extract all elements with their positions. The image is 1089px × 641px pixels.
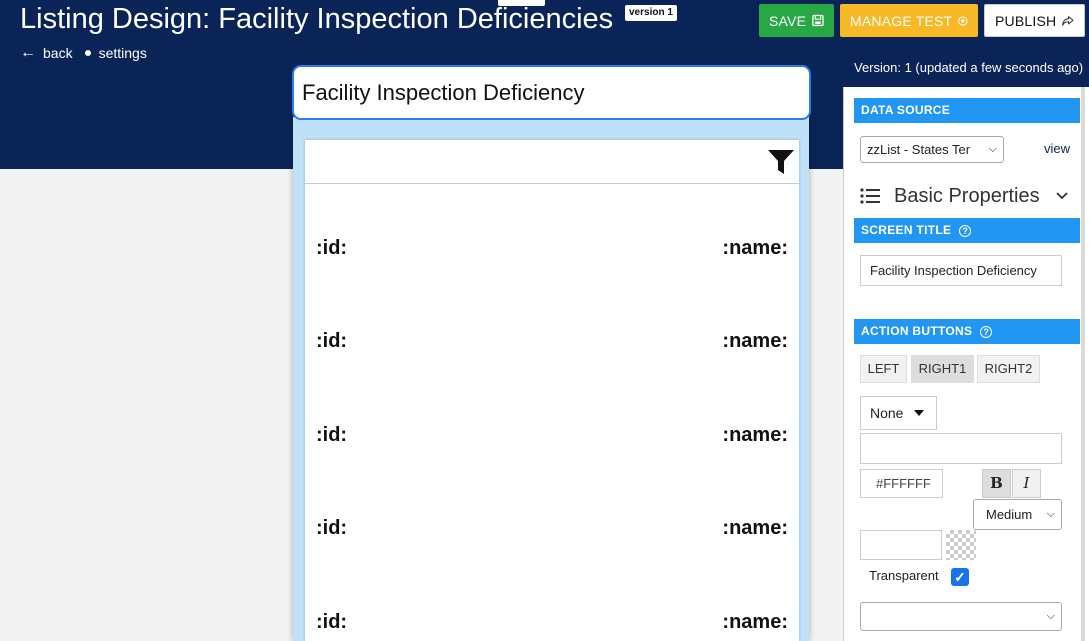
button-type-dropdown[interactable]: None xyxy=(860,396,937,430)
text-color-input[interactable]: #FFFFFF xyxy=(860,469,943,498)
button-text-input[interactable] xyxy=(860,433,1062,464)
list-item[interactable]: :id: :name: xyxy=(305,424,799,454)
row-name-field: :name: xyxy=(722,424,788,446)
save-icon xyxy=(812,14,824,27)
bold-button[interactable]: B xyxy=(982,469,1011,498)
action-select[interactable]: ⌵ xyxy=(860,602,1062,631)
list-item[interactable]: :id: :name: xyxy=(305,517,799,547)
page-title: Listing Design: Facility Inspection Defi… xyxy=(20,3,614,35)
chevron-down-icon: ⌵ xyxy=(1046,508,1055,520)
list-item[interactable]: :id: :name: xyxy=(305,330,799,360)
row-id-field: :id: xyxy=(316,424,348,446)
manage-test-label: MANAGE TEST xyxy=(850,12,953,29)
data-source-select[interactable]: zzList - States Ter ⌵ xyxy=(860,136,1004,163)
list-icon xyxy=(860,188,880,204)
transparent-checkbox[interactable]: ✓ xyxy=(951,568,969,586)
screen-title-heading-label: SCREEN TITLE xyxy=(861,223,952,237)
caret-down-icon xyxy=(914,410,924,416)
transparent-label: Transparent xyxy=(869,568,939,583)
basic-properties-label: Basic Properties xyxy=(894,184,1040,207)
publish-button[interactable]: PUBLISH xyxy=(984,4,1085,37)
action-buttons-heading-label: ACTION BUTTONS xyxy=(861,324,973,338)
title-tab-marker xyxy=(498,0,545,6)
row-id-field: :id: xyxy=(316,330,348,352)
view-link[interactable]: view xyxy=(1044,141,1070,156)
panel-scrollbar[interactable] xyxy=(1081,87,1085,641)
tab-right1[interactable]: RIGHT1 xyxy=(911,355,974,383)
list-item[interactable]: :id: :name: xyxy=(305,611,799,641)
help-icon[interactable]: ? xyxy=(959,224,972,237)
target-icon xyxy=(958,15,968,26)
button-type-value: None xyxy=(870,405,904,421)
basic-properties-toggle[interactable]: Basic Properties xyxy=(860,182,1068,210)
share-icon xyxy=(1062,15,1074,26)
transparent-swatch[interactable] xyxy=(946,530,976,560)
screen-title-heading: SCREEN TITLE? xyxy=(854,218,1080,243)
back-link[interactable]: back xyxy=(43,45,73,61)
font-size-select[interactable]: Medium ⌵ xyxy=(973,499,1062,530)
breadcrumb: ← back settings xyxy=(20,45,147,62)
row-name-field: :name: xyxy=(722,237,788,259)
screen-title-input[interactable]: Facility Inspection Deficiency xyxy=(860,255,1062,286)
version-badge: version 1 xyxy=(625,5,677,21)
row-id-field: :id: xyxy=(316,237,348,259)
back-arrow-icon[interactable]: ← xyxy=(20,45,36,61)
data-source-value: zzList - States Ter xyxy=(867,142,971,157)
help-icon[interactable]: ? xyxy=(980,325,993,338)
preview-screen-title[interactable]: Facility Inspection Deficiency xyxy=(292,65,811,120)
list-item[interactable]: :id: :name: xyxy=(305,237,799,267)
row-id-field: :id: xyxy=(316,611,348,633)
action-buttons-heading: ACTION BUTTONS? xyxy=(854,319,1080,344)
italic-button[interactable]: I xyxy=(1012,469,1041,498)
filter-icon[interactable] xyxy=(767,149,795,176)
tab-left[interactable]: LEFT xyxy=(860,355,907,383)
manage-test-button[interactable]: MANAGE TEST xyxy=(840,4,978,37)
save-button-label: SAVE xyxy=(769,12,807,29)
preview-list-body: :id: :name: :id: :name: :id: :name: :id:… xyxy=(305,140,799,641)
row-name-field: :name: xyxy=(722,517,788,539)
filter-bar xyxy=(305,140,799,184)
tab-right2[interactable]: RIGHT2 xyxy=(977,355,1040,383)
chevron-down-icon: ⌵ xyxy=(1046,610,1055,622)
publish-label: PUBLISH xyxy=(995,12,1057,29)
font-size-value: Medium xyxy=(986,507,1033,522)
row-id-field: :id: xyxy=(316,517,348,539)
chevron-down-icon: ⌵ xyxy=(988,143,997,155)
separator-dot xyxy=(84,50,91,56)
version-status: Version: 1 (updated a few seconds ago) xyxy=(854,60,1084,75)
data-source-heading: DATA SOURCE xyxy=(854,98,1080,123)
background-color-input[interactable] xyxy=(860,530,942,560)
settings-link[interactable]: settings xyxy=(99,45,147,61)
row-name-field: :name: xyxy=(722,330,788,352)
data-source-heading-label: DATA SOURCE xyxy=(861,103,951,117)
row-name-field: :name: xyxy=(722,611,788,633)
chevron-down-icon xyxy=(1055,192,1068,200)
save-button[interactable]: SAVE xyxy=(759,4,834,37)
